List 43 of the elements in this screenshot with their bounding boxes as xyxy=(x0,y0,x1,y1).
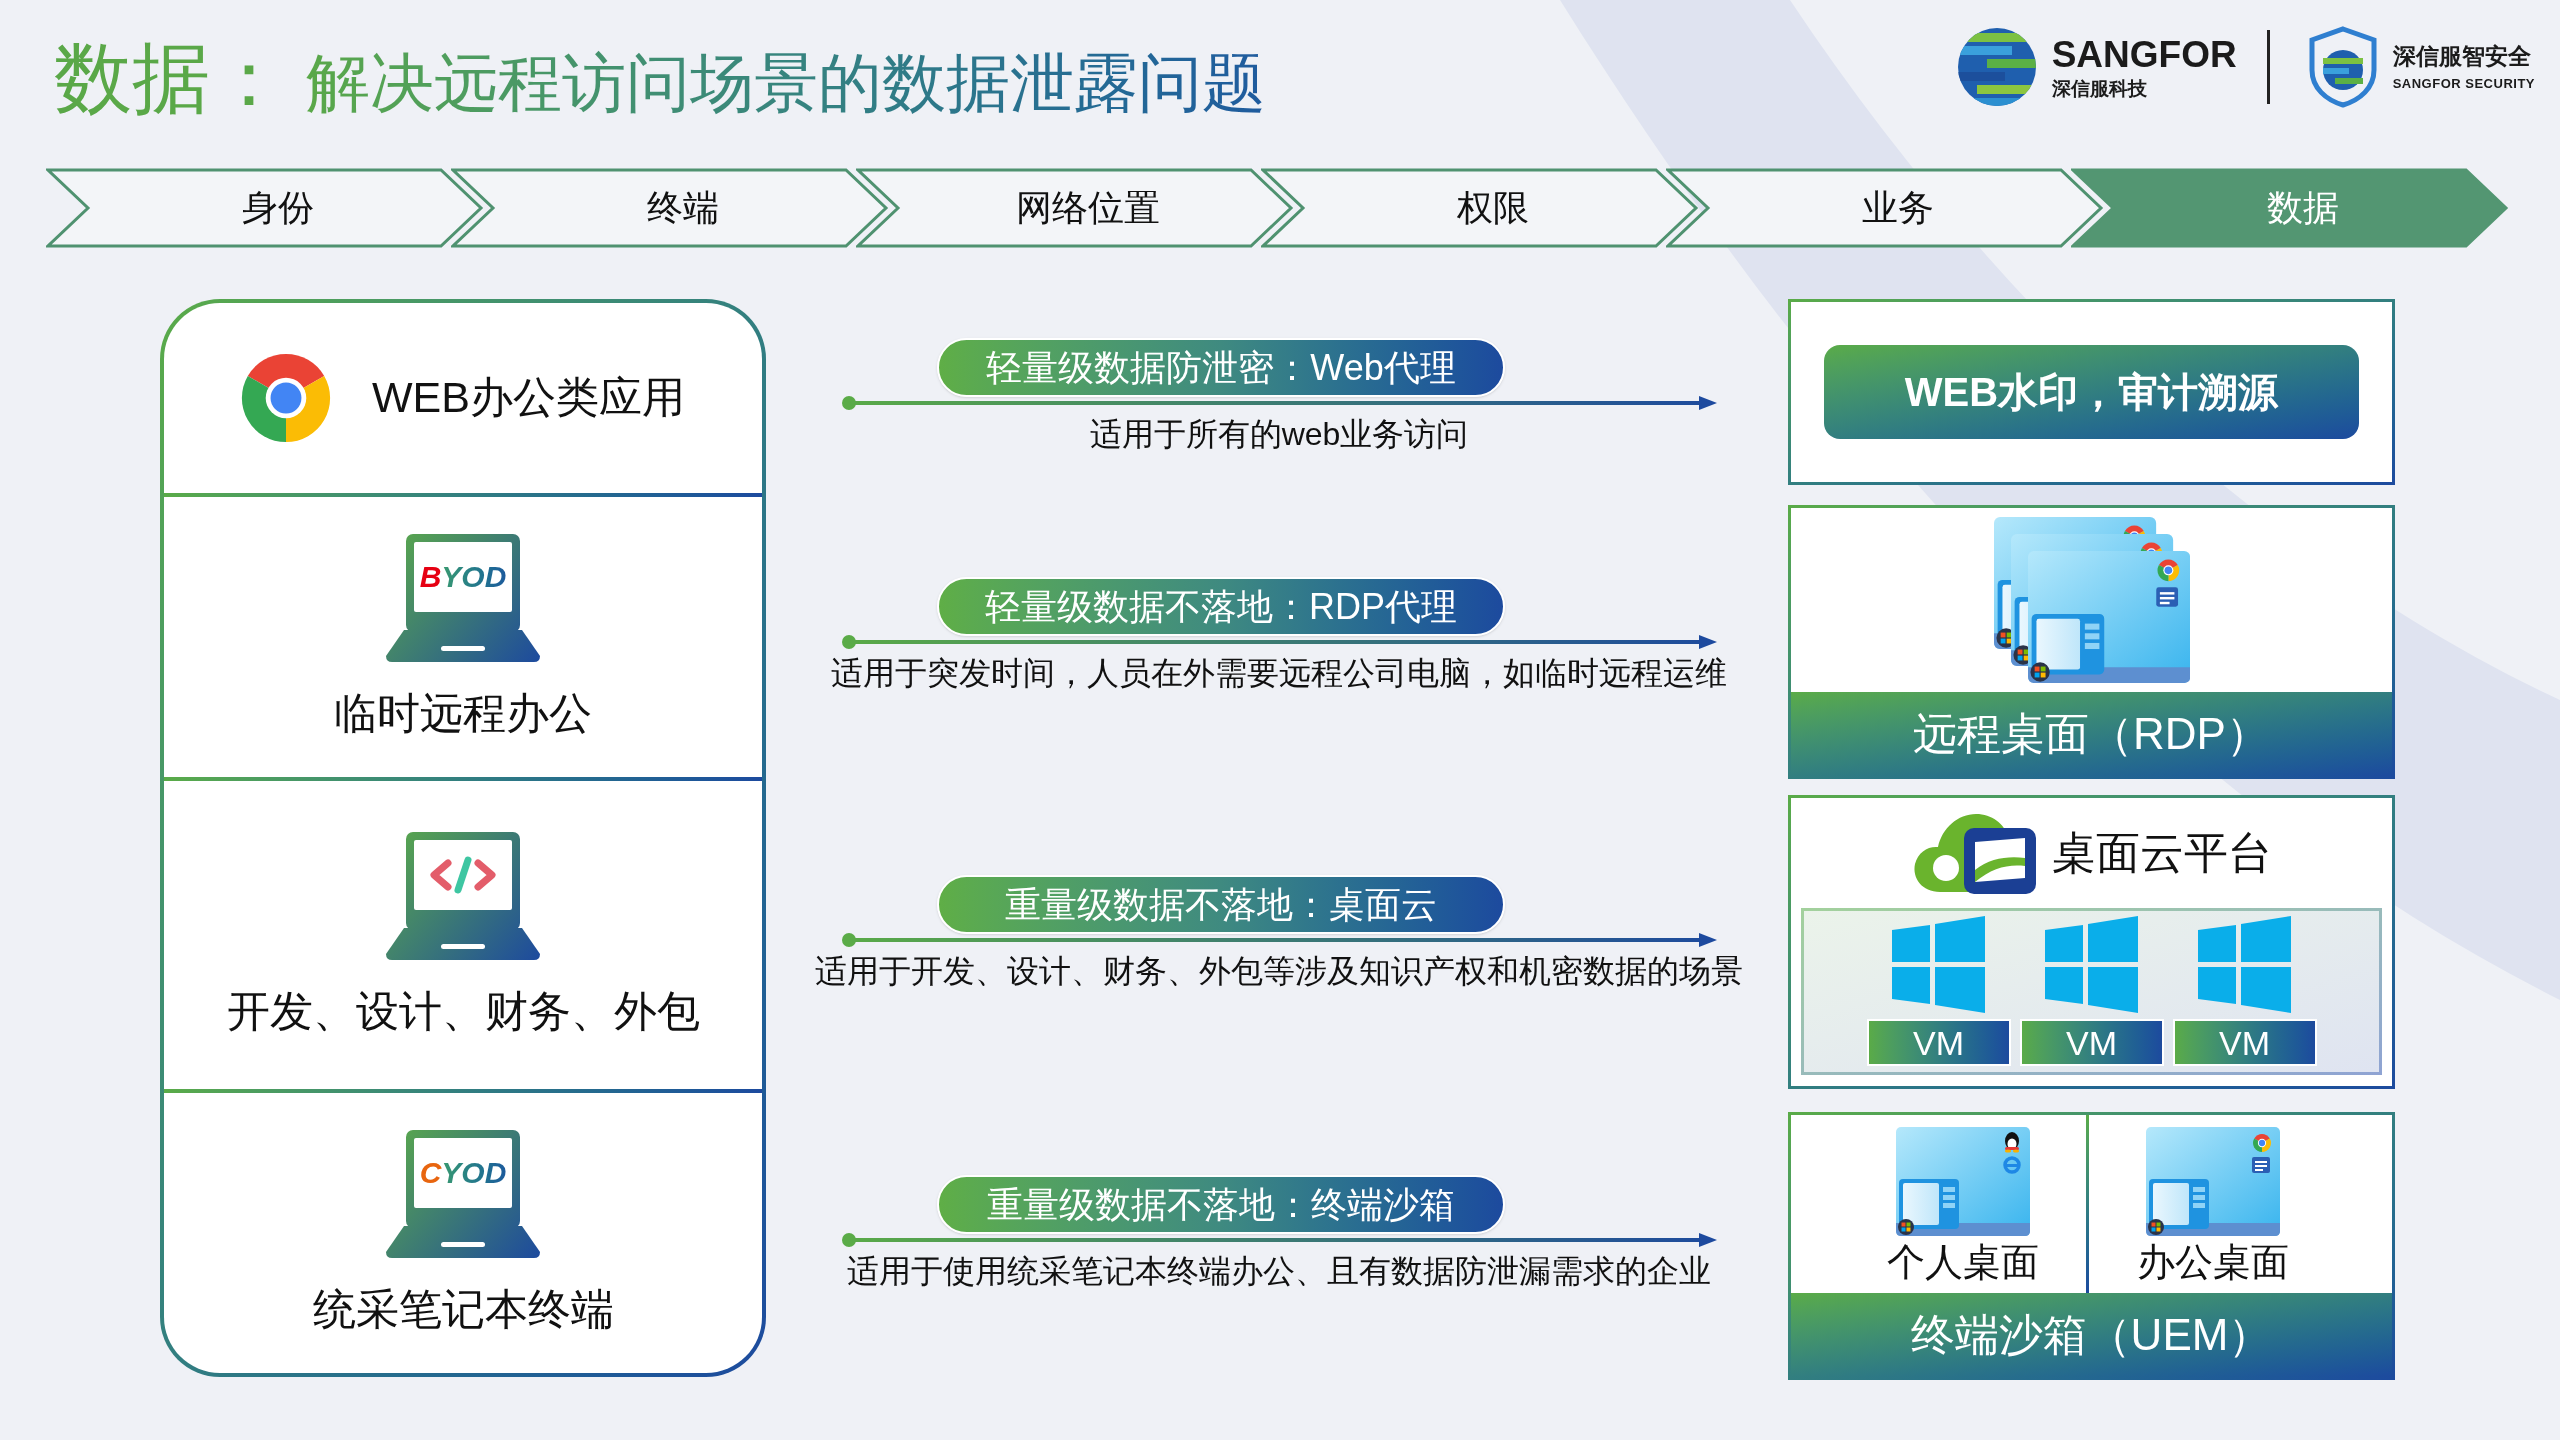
process-step: 权限 xyxy=(1261,168,1700,248)
scenario-label: 临时远程办公 xyxy=(334,688,592,740)
window-panes-icon xyxy=(2198,916,2291,1013)
window-panes-icon xyxy=(2045,916,2138,1013)
desktop-label: 个人桌面 xyxy=(1886,1240,2039,1285)
feature-banner: WEB水印，审计溯源 xyxy=(1824,345,2359,439)
code-laptop-icon xyxy=(386,832,540,961)
brand-tagline: 深信服科技 xyxy=(2051,79,2148,98)
method-banner: 重量级数据不落地：终端沙箱 xyxy=(937,1175,1505,1235)
method-banner: 轻量级数据防泄密：Web代理 xyxy=(937,338,1505,398)
usage-note: 适用于突发时间，人员在外需要远程公司电脑，如临时远程运维 xyxy=(831,654,1727,693)
shield-globe-icon xyxy=(2307,26,2378,108)
desktop-label: 办公桌面 xyxy=(2136,1240,2289,1285)
laptop-icon xyxy=(386,534,540,663)
desktop-icon xyxy=(2145,1127,2280,1236)
platform-title: 桌面云平台 xyxy=(2051,826,2272,879)
browser-icon xyxy=(241,353,331,443)
brand-tagline: SANGFOR SECURITY xyxy=(2392,76,2535,90)
vm-label: VM xyxy=(1866,1019,2011,1066)
section-label: 数据： xyxy=(54,40,288,118)
usage-note: 适用于所有的web业务访问 xyxy=(1089,415,1469,454)
window-panes-icon xyxy=(1892,916,1985,1013)
vm-label: VM xyxy=(2172,1019,2317,1066)
process-step: 网络位置 xyxy=(856,168,1295,248)
scenario-label: WEB办公类应用 xyxy=(372,372,685,424)
usage-note: 适用于开发、设计、财务、外包等涉及知识产权和机密数据的场景 xyxy=(815,952,1743,991)
card-footer: 终端沙箱（UEM） xyxy=(1791,1293,2392,1377)
laptop-icon xyxy=(386,1130,540,1259)
usage-note: 适用于使用统采笔记本终端办公、且有数据防泄漏需求的企业 xyxy=(847,1252,1711,1291)
desktop-icon xyxy=(1895,1127,2030,1236)
stacked-desktops-icon xyxy=(1993,517,2190,683)
method-banner: 重量级数据不落地：桌面云 xyxy=(937,875,1505,935)
scenario-label: 统采笔记本终端 xyxy=(312,1284,614,1336)
process-step: 数据 xyxy=(2071,168,2510,248)
process-step: 身份 xyxy=(46,168,485,248)
scenario-label: 开发、设计、财务、外包 xyxy=(226,986,700,1038)
process-step: 终端 xyxy=(451,168,890,248)
card-footer: 远程桌面（RDP） xyxy=(1791,692,2392,776)
vm-label: VM xyxy=(2019,1019,2164,1066)
brand-name: 深信服智安全 xyxy=(2392,44,2532,68)
process-step: 业务 xyxy=(1666,168,2105,248)
brand-name: SANGFOR xyxy=(2051,36,2237,73)
method-banner: 轻量级数据不落地：RDP代理 xyxy=(937,577,1505,637)
